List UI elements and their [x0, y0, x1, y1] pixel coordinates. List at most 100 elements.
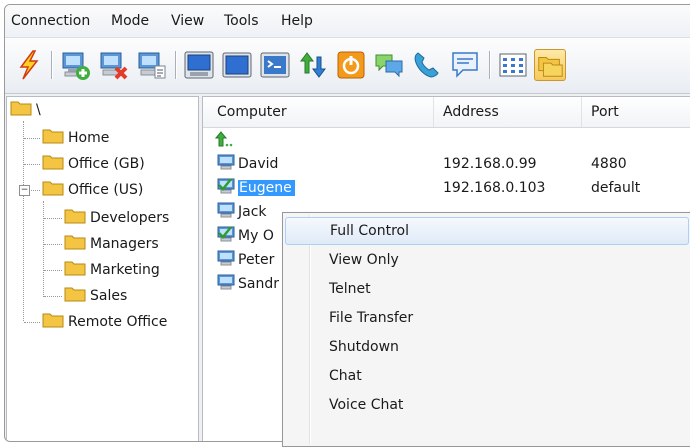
column-port[interactable]: Port — [591, 104, 619, 120]
list-row-eugene[interactable]: Eugene — [217, 177, 295, 199]
delete-computer-icon[interactable] — [97, 49, 129, 81]
tree-connector — [24, 164, 40, 165]
computer-name: David — [238, 156, 279, 172]
computer-properties-icon[interactable] — [135, 49, 167, 81]
menu-item-telnet[interactable]: Telnet — [285, 275, 689, 303]
menu-tools[interactable]: Tools — [224, 13, 259, 29]
computer-icon — [217, 274, 235, 290]
computer-address: 192.168.0.99 — [443, 156, 537, 172]
telnet-icon[interactable] — [259, 49, 291, 81]
tree-root[interactable]: \ — [10, 100, 41, 120]
tree-item-office-us[interactable]: Office (US) — [42, 180, 143, 200]
tree-node-label: Remote Office — [68, 314, 168, 330]
tree-node-label: Home — [68, 130, 110, 146]
voice-chat-icon[interactable] — [411, 49, 443, 81]
chat-icon[interactable] — [373, 49, 405, 81]
toolbar — [5, 38, 690, 94]
up-level-row[interactable] — [214, 130, 233, 152]
tree-connector — [44, 218, 62, 219]
computer-name: Peter — [238, 252, 275, 268]
folder-icon — [64, 261, 86, 276]
computer-icon — [217, 154, 235, 170]
tree-view-icon[interactable] — [534, 49, 566, 81]
tree-node-label: Marketing — [90, 262, 160, 278]
toolbar-separator — [489, 51, 490, 79]
menu-item-chat[interactable]: Chat — [285, 362, 689, 390]
list-row-peter[interactable]: Peter — [217, 249, 274, 271]
tree-item-developers[interactable]: Developers — [64, 208, 169, 228]
tree-node-label: Managers — [90, 236, 159, 252]
computer-port: default — [591, 180, 641, 196]
tree-node-label: \ — [36, 102, 41, 118]
computer-port: 4880 — [591, 156, 627, 172]
computer-name: My O — [238, 228, 274, 244]
send-message-icon[interactable] — [449, 49, 481, 81]
menu-item-shutdown[interactable]: Shutdown — [285, 333, 689, 361]
menu-help[interactable]: Help — [281, 13, 313, 29]
list-row-my-office[interactable]: My O — [217, 225, 274, 247]
folder-icon — [64, 287, 86, 302]
tree-connector — [44, 270, 62, 271]
list-row-david[interactable]: David — [217, 153, 278, 175]
add-computer-icon[interactable] — [59, 49, 91, 81]
folder-icon — [64, 209, 86, 224]
tree-connector — [44, 244, 62, 245]
menu-mode[interactable]: Mode — [111, 13, 149, 29]
folder-icon — [42, 155, 64, 170]
tree-connector — [29, 190, 40, 191]
connected-computer-icon — [217, 226, 235, 242]
column-divider[interactable] — [433, 97, 434, 127]
tree-connector — [24, 138, 40, 139]
tree-item-remote-office[interactable]: Remote Office — [42, 312, 167, 332]
list-row-jack[interactable]: Jack — [217, 201, 267, 223]
folder-tree: − \ Home Office (GB) Office (US) Develop… — [6, 96, 199, 441]
menu-view[interactable]: View — [171, 13, 204, 29]
computer-name: Sandr — [238, 276, 279, 292]
context-menu: Full Control View Only Telnet File Trans… — [282, 212, 690, 447]
view-only-icon[interactable] — [221, 49, 253, 81]
menu-connection[interactable]: Connection — [11, 13, 90, 29]
toolbar-separator — [175, 51, 176, 79]
connect-icon[interactable] — [13, 49, 45, 81]
folder-icon — [10, 101, 32, 116]
folder-icon — [64, 235, 86, 250]
column-address[interactable]: Address — [443, 104, 499, 120]
computer-name: Eugene — [238, 180, 295, 196]
tree-item-managers[interactable]: Managers — [64, 234, 159, 254]
full-control-icon[interactable] — [183, 49, 215, 81]
up-arrow-icon — [214, 131, 233, 147]
file-transfer-icon[interactable] — [297, 49, 329, 81]
open-folder-icon — [42, 313, 64, 328]
collapse-toggle[interactable]: − — [19, 185, 30, 196]
list-view-icon[interactable] — [497, 49, 529, 81]
tree-connector — [23, 121, 24, 321]
toolbar-separator — [51, 51, 52, 79]
tree-connector — [44, 296, 62, 297]
tree-node-label: Developers — [90, 210, 170, 226]
list-row-sandra[interactable]: Sandr — [217, 273, 279, 295]
tree-item-sales[interactable]: Sales — [64, 286, 127, 306]
menu-item-voice-chat[interactable]: Voice Chat — [285, 391, 689, 419]
tree-node-label: Office (GB) — [68, 156, 145, 172]
connected-computer-icon — [217, 178, 235, 194]
computer-address: 192.168.0.103 — [443, 180, 546, 196]
tree-item-marketing[interactable]: Marketing — [64, 260, 160, 280]
tree-item-home[interactable]: Home — [42, 128, 109, 148]
tree-connector — [43, 201, 44, 297]
column-header: Computer Address Port — [203, 97, 690, 128]
column-divider[interactable] — [581, 97, 582, 127]
menu-item-view-only[interactable]: View Only — [285, 246, 689, 274]
computer-name: Jack — [238, 204, 267, 220]
computer-icon — [217, 202, 235, 218]
menu-item-file-transfer[interactable]: File Transfer — [285, 304, 689, 332]
shutdown-icon[interactable] — [335, 49, 367, 81]
tree-node-label: Office (US) — [68, 182, 144, 198]
tree-connector — [24, 322, 40, 323]
folder-icon — [42, 129, 64, 144]
tree-node-label: Sales — [90, 288, 128, 304]
menu-bar: Connection Mode View Tools Help — [5, 5, 690, 38]
menu-item-full-control[interactable]: Full Control — [285, 217, 689, 245]
tree-item-office-gb[interactable]: Office (GB) — [42, 154, 145, 174]
open-folder-icon — [42, 181, 64, 196]
column-computer[interactable]: Computer — [217, 104, 287, 120]
